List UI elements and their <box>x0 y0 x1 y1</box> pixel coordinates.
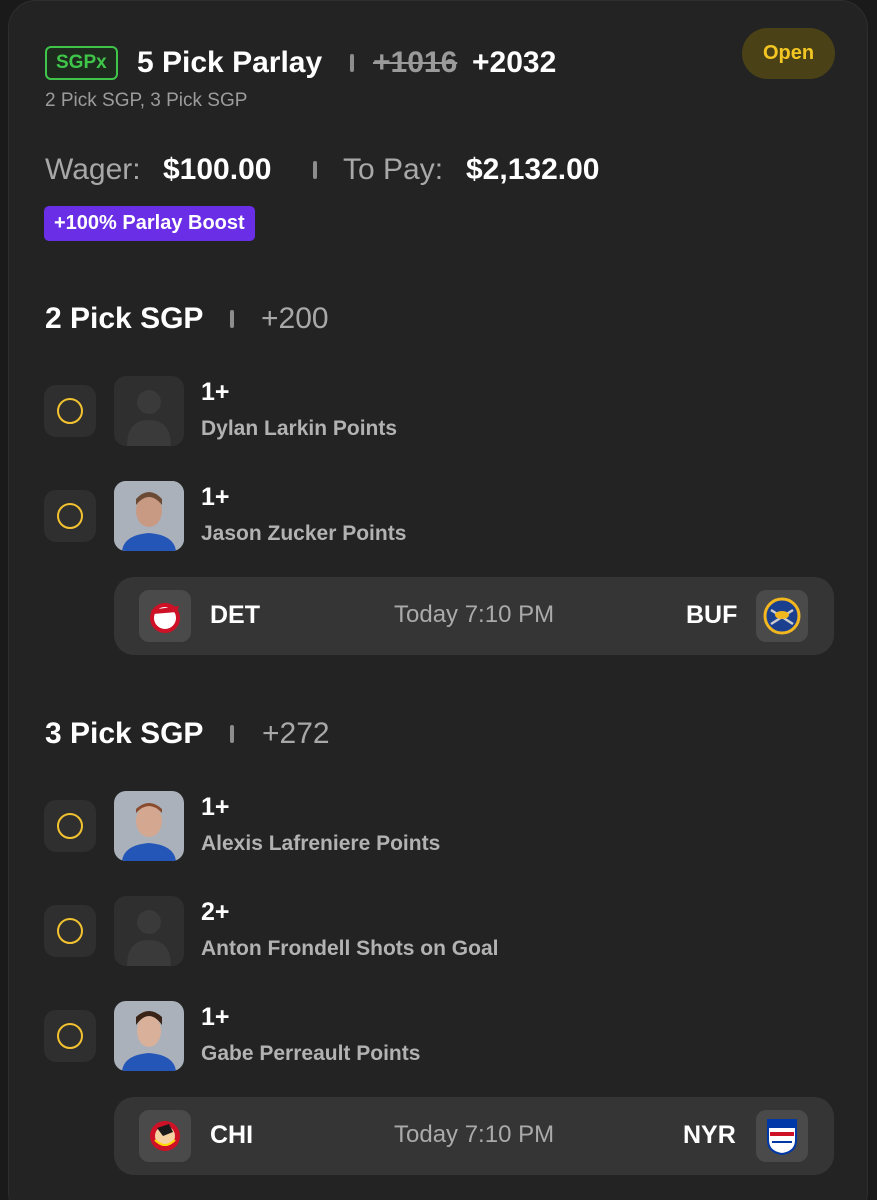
rangers-logo-icon <box>756 1110 808 1162</box>
pick-description: Anton Frondell Shots on Goal <box>201 937 499 960</box>
status-badge: Open <box>742 28 835 79</box>
pick-status-circle <box>44 385 96 437</box>
title-divider <box>350 54 354 72</box>
pick-description: Jason Zucker Points <box>201 522 407 545</box>
game-row[interactable]: DET Today 7:10 PM BUF <box>114 577 834 655</box>
to-pay-value: $2,132.00 <box>466 153 600 186</box>
pick-line: 1+ <box>201 378 230 406</box>
section-divider <box>230 310 234 328</box>
player-placeholder-icon <box>114 376 184 446</box>
boosted-odds: +2032 <box>472 46 557 79</box>
pick-status-circle <box>44 800 96 852</box>
home-team-abbr: BUF <box>686 601 738 629</box>
away-team-abbr: DET <box>210 601 260 629</box>
pick-description: Alexis Lafreniere Points <box>201 832 441 855</box>
parlay-boost-badge: +100% Parlay Boost <box>44 206 255 241</box>
player-placeholder-icon <box>114 896 184 966</box>
sabres-logo-icon <box>756 590 808 642</box>
section-title: 2 Pick SGP <box>45 302 204 335</box>
section-odds: +272 <box>262 717 330 750</box>
pick-line: 1+ <box>201 793 230 821</box>
pick-status-circle <box>44 905 96 957</box>
pick-line: 1+ <box>201 1003 230 1031</box>
bet-subtitle: 2 Pick SGP, 3 Pick SGP <box>45 90 248 111</box>
player-headshot-icon <box>114 481 184 551</box>
home-team-abbr: NYR <box>683 1121 736 1149</box>
section-title: 3 Pick SGP <box>45 717 204 750</box>
original-odds: +1016 <box>373 46 458 79</box>
pick-description: Gabe Perreault Points <box>201 1042 421 1065</box>
wager-divider <box>313 161 317 179</box>
to-pay-label: To Pay: <box>343 153 444 186</box>
game-time: Today 7:10 PM <box>394 601 555 628</box>
pick-status-circle <box>44 1010 96 1062</box>
wager-label: Wager: <box>45 153 141 186</box>
sgpx-badge: SGPx <box>45 46 118 80</box>
pick-description: Dylan Larkin Points <box>201 417 398 440</box>
blackhawks-logo-icon <box>139 1110 191 1162</box>
bet-title: 5 Pick Parlay <box>137 46 323 79</box>
pick-line: 2+ <box>201 898 230 926</box>
wager-value: $100.00 <box>163 153 272 186</box>
player-headshot-icon <box>114 791 184 861</box>
game-row[interactable]: CHI Today 7:10 PM NYR <box>114 1097 834 1175</box>
section-odds: +200 <box>261 302 329 335</box>
away-team-abbr: CHI <box>210 1121 254 1149</box>
section-divider <box>230 725 234 743</box>
player-headshot-icon <box>114 1001 184 1071</box>
bet-card[interactable]: SGPx 5 Pick Parlay +1016 +2032 2 Pick SG… <box>8 0 868 1200</box>
game-time: Today 7:10 PM <box>394 1121 555 1148</box>
pick-line: 1+ <box>201 483 230 511</box>
pick-status-circle <box>44 490 96 542</box>
red-wings-logo-icon <box>139 590 191 642</box>
